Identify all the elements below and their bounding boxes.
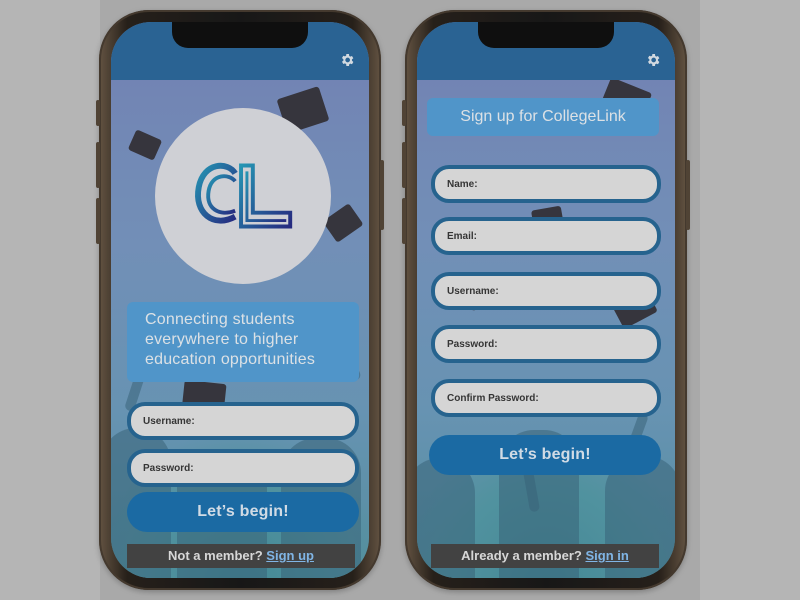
signup-screen: Sign up for CollegeLink Name: Email: Use…	[417, 22, 675, 578]
password-field[interactable]: Password:	[127, 449, 359, 487]
email-label: Email:	[447, 230, 478, 242]
volume-down-button	[96, 198, 100, 244]
grad-cap-silhouette	[127, 129, 163, 161]
name-field[interactable]: Name:	[431, 165, 661, 203]
username-field[interactable]: Username:	[431, 272, 661, 310]
signup-footer: Not a member? Sign up	[127, 544, 355, 568]
collegelink-logo-icon	[195, 162, 293, 229]
gear-icon[interactable]	[645, 52, 661, 68]
signup-title: Sign up for CollegeLink	[427, 98, 659, 136]
signin-footer: Already a member? Sign in	[431, 544, 659, 568]
tagline: Connecting students everywhere to higher…	[127, 302, 359, 382]
mute-switch	[96, 100, 100, 126]
sign-up-link[interactable]: Sign up	[266, 548, 314, 563]
email-field[interactable]: Email:	[431, 217, 661, 255]
gear-icon[interactable]	[339, 52, 355, 68]
phone-login: CL Connecting students everywhere to hig…	[96, 10, 384, 590]
phone-signup: Sign up for CollegeLink Name: Email: Use…	[402, 10, 690, 590]
volume-up-button	[402, 142, 406, 188]
password-label: Password:	[143, 462, 194, 474]
volume-down-button	[402, 198, 406, 244]
username-label: Username:	[447, 285, 499, 297]
not-member-text: Not a member?	[168, 548, 263, 563]
confirm-password-label: Confirm Password:	[447, 392, 539, 404]
password-input[interactable]	[193, 462, 355, 474]
already-member-text: Already a member?	[461, 548, 582, 563]
username-input[interactable]	[194, 415, 355, 427]
password-label: Password:	[447, 338, 498, 350]
email-input[interactable]	[477, 230, 657, 242]
name-label: Name:	[447, 178, 478, 190]
confirm-password-input[interactable]	[538, 392, 657, 404]
username-input[interactable]	[498, 285, 657, 297]
canvas: CL Connecting students everywhere to hig…	[0, 0, 800, 600]
mute-switch	[402, 100, 406, 126]
name-input[interactable]	[477, 178, 657, 190]
power-button	[686, 160, 690, 230]
password-input[interactable]	[497, 338, 657, 350]
power-button	[380, 160, 384, 230]
username-field[interactable]: Username:	[127, 402, 359, 440]
sign-in-link[interactable]: Sign in	[585, 548, 628, 563]
lets-begin-button[interactable]: Let’s begin!	[127, 492, 359, 532]
confirm-password-field[interactable]: Confirm Password:	[431, 379, 661, 417]
notch	[172, 22, 308, 48]
lets-begin-button[interactable]: Let’s begin!	[429, 435, 661, 475]
username-label: Username:	[143, 415, 195, 427]
login-screen: CL Connecting students everywhere to hig…	[111, 22, 369, 578]
volume-up-button	[96, 142, 100, 188]
password-field[interactable]: Password:	[431, 325, 661, 363]
logo: CL	[155, 108, 331, 284]
notch	[478, 22, 614, 48]
